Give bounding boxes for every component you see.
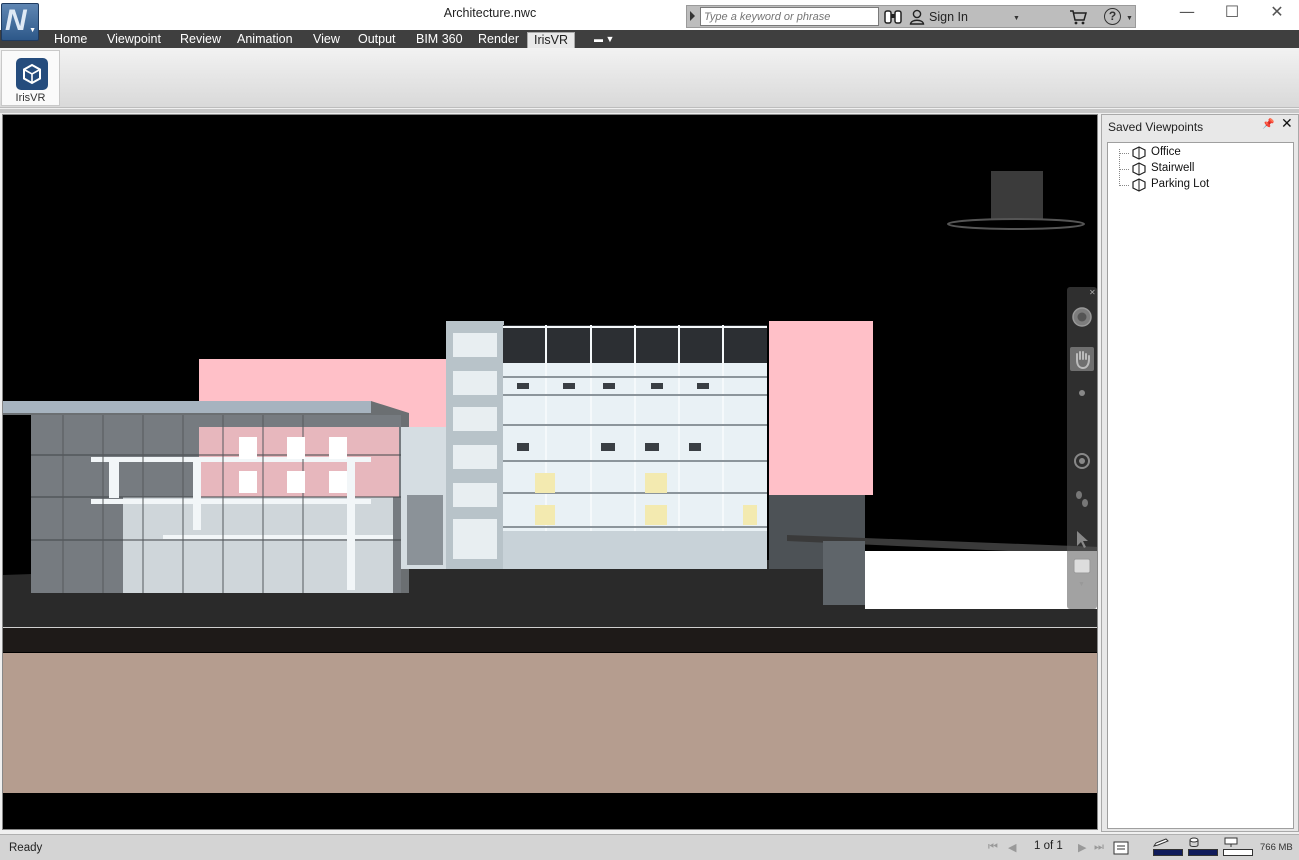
- meter-fill: [1189, 850, 1217, 855]
- ribbon-tab-bar: Home Viewpoint Review Animation View Out…: [0, 30, 1299, 48]
- sign-in-dropdown-icon[interactable]: ▼: [1013, 15, 1020, 22]
- disk-progress-meter: [1188, 849, 1218, 856]
- user-icon[interactable]: [909, 9, 925, 25]
- walk-footprints-icon[interactable]: [1070, 487, 1094, 511]
- 3d-viewport[interactable]: ✕ ▼: [2, 114, 1098, 830]
- meter-fill: [1154, 850, 1182, 855]
- viewpoint-camera-icon: [1132, 146, 1146, 160]
- ribbon-panel: IrisVR: [0, 48, 1299, 108]
- title-bar: Architecture.nwc Sign In ▼ ? ▼ — ☐ ✕: [0, 0, 1299, 30]
- network-icon: [1224, 837, 1238, 847]
- tab-animation[interactable]: Animation: [231, 32, 299, 48]
- panel-title: Saved Viewpoints: [1108, 120, 1204, 134]
- view-cube-icon[interactable]: [1070, 553, 1094, 577]
- ribbon-separator: [0, 109, 1299, 113]
- help-icon[interactable]: ?: [1104, 8, 1121, 25]
- app-menu-dropdown-icon: ▼: [29, 27, 36, 34]
- tab-irisvr[interactable]: IrisVR: [527, 32, 576, 48]
- navbar-close-icon[interactable]: ✕: [1089, 288, 1096, 297]
- cart-icon[interactable]: [1069, 9, 1087, 25]
- building-model-render: [3, 115, 1097, 829]
- infocenter-toolbar: Sign In ▼ ? ▼: [686, 5, 1136, 28]
- network-progress-meter: [1223, 849, 1253, 856]
- viewpoint-camera-icon: [1132, 178, 1146, 192]
- pin-icon[interactable]: 📌: [1262, 119, 1274, 130]
- disk-icon: [1189, 837, 1199, 847]
- viewpoint-label: Stairwell: [1151, 162, 1195, 174]
- pan-hand-icon[interactable]: [1070, 347, 1094, 371]
- close-button[interactable]: ✕: [1254, 2, 1299, 24]
- tab-bim360[interactable]: BIM 360: [410, 32, 469, 48]
- saved-viewpoints-panel: Saved Viewpoints 📌 ✕ Office Stairwell Pa…: [1101, 114, 1299, 832]
- next-sheet-icon[interactable]: ▶: [1078, 841, 1086, 854]
- tab-output[interactable]: Output: [352, 32, 402, 48]
- page-indicator: 1 of 1: [1034, 840, 1063, 852]
- search-expand-arrow-icon[interactable]: [690, 11, 695, 21]
- previous-sheet-icon[interactable]: ◀: [1008, 841, 1016, 854]
- viewpoint-camera-icon: [1132, 162, 1146, 176]
- viewpoints-tree[interactable]: Office Stairwell Parking Lot: [1107, 142, 1294, 829]
- panel-close-icon[interactable]: ✕: [1281, 116, 1293, 132]
- application-menu-button[interactable]: N ▼: [1, 3, 39, 41]
- status-bar: Ready ⏮ ◀ 1 of 1 ▶ ⏭ 766 MB: [0, 834, 1299, 860]
- memory-usage: 766 MB: [1260, 842, 1293, 853]
- status-text: Ready: [9, 842, 43, 854]
- app-logo-letter: N: [5, 4, 27, 37]
- tab-viewpoint[interactable]: Viewpoint: [101, 32, 167, 48]
- navbar-customize-dropdown-icon[interactable]: ▼: [1078, 581, 1085, 588]
- irisvr-button-label: IrisVR: [15, 92, 46, 104]
- sheet-browser-icon[interactable]: [1113, 841, 1129, 855]
- search-input[interactable]: [700, 7, 879, 26]
- pencil-icon: [1153, 838, 1169, 847]
- tree-connector: [1119, 149, 1120, 184]
- irisvr-cube-icon: [16, 58, 48, 90]
- sign-in-label[interactable]: Sign In: [929, 10, 968, 24]
- panel-toggle-dropdown-icon[interactable]: ▬ ▼: [594, 34, 614, 44]
- binoculars-search-icon[interactable]: [884, 9, 902, 25]
- minimize-button[interactable]: —: [1164, 2, 1210, 24]
- maximize-button[interactable]: ☐: [1209, 2, 1255, 24]
- select-cursor-icon[interactable]: [1070, 527, 1094, 551]
- viewpoint-label: Office: [1151, 146, 1181, 158]
- navigation-bar: ✕ ▼: [1067, 287, 1097, 609]
- first-sheet-icon[interactable]: ⏮: [988, 841, 998, 854]
- last-sheet-icon[interactable]: ⏭: [1094, 841, 1104, 854]
- zoom-icon[interactable]: [1070, 381, 1094, 405]
- irisvr-button[interactable]: IrisVR: [1, 50, 60, 106]
- tab-review[interactable]: Review: [174, 32, 227, 48]
- steering-wheel-icon[interactable]: [1070, 305, 1094, 329]
- help-dropdown-icon[interactable]: ▼: [1126, 15, 1133, 22]
- tab-render[interactable]: Render: [472, 32, 525, 48]
- tab-view[interactable]: View: [307, 32, 346, 48]
- viewpoint-label: Parking Lot: [1151, 178, 1210, 190]
- orbit-icon[interactable]: [1070, 449, 1094, 473]
- tab-home[interactable]: Home: [48, 32, 93, 48]
- pencil-progress-meter: [1153, 849, 1183, 856]
